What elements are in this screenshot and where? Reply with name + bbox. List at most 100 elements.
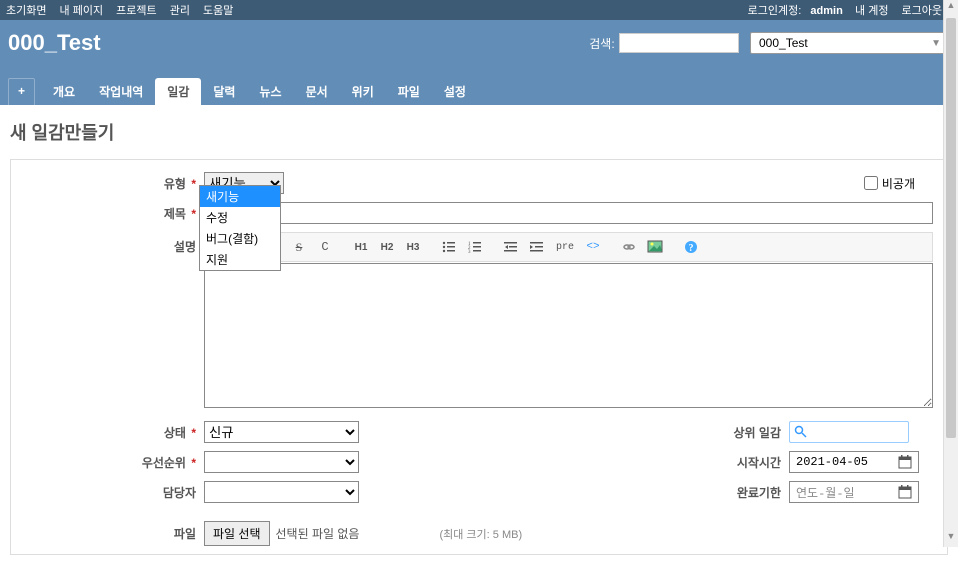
- nav-mypage[interactable]: 내 페이지: [60, 5, 104, 17]
- tb-indent[interactable]: [525, 236, 549, 258]
- two-columns: 상태 * 신규 우선순위 * 담당자 상위 일감: [19, 421, 939, 511]
- input-due-date[interactable]: 연도-월-일: [789, 481, 919, 503]
- tb-strike[interactable]: S: [287, 236, 311, 258]
- row-description: 설명 B I U S C H1 H2 H3 12: [19, 232, 939, 411]
- issue-form: 유형 * 새기능 비공개 제목 * 설명 B I U S C: [10, 159, 948, 555]
- type-option-0[interactable]: 새기능: [200, 186, 280, 207]
- header-search: 검색: 000_Test ▼: [589, 32, 950, 54]
- scroll-down-icon[interactable]: ▼: [944, 531, 958, 547]
- main-tabs: + 개요 작업내역 일감 달력 뉴스 문서 위키 파일 설정: [8, 78, 478, 105]
- checkbox-private[interactable]: [864, 176, 878, 190]
- top-menu-right: 로그인계정: admin 내 계정 로그아웃: [748, 2, 952, 18]
- label-assignee: 담당자: [19, 484, 204, 501]
- nav-home[interactable]: 초기화면: [6, 5, 46, 17]
- row-type: 유형 * 새기능 비공개: [19, 172, 939, 194]
- textarea-description[interactable]: [204, 263, 933, 408]
- label-start: 시작시간: [479, 454, 789, 471]
- editor-toolbar: B I U S C H1 H2 H3 123: [204, 232, 933, 262]
- tab-settings[interactable]: 설정: [432, 78, 478, 105]
- row-subject: 제목 *: [19, 202, 939, 224]
- nav-help[interactable]: 도움말: [203, 5, 233, 17]
- tb-ol[interactable]: 123: [463, 236, 487, 258]
- label-due: 완료기한: [479, 484, 789, 501]
- label-private: 비공개: [882, 175, 915, 192]
- button-choose-file[interactable]: 파일 선택: [204, 521, 270, 546]
- label-status: 상태 *: [19, 424, 204, 441]
- type-dropdown-open[interactable]: 새기능 수정 버그(결함) 지원: [199, 185, 281, 271]
- label-parent: 상위 일감: [479, 424, 789, 441]
- svg-text:?: ?: [689, 243, 694, 254]
- nav-myaccount[interactable]: 내 계정: [855, 5, 888, 17]
- nav-projects[interactable]: 프로젝트: [116, 5, 156, 17]
- label-subject: 제목 *: [19, 205, 204, 222]
- type-option-2[interactable]: 버그(결함): [200, 228, 280, 249]
- calendar-icon: [898, 455, 912, 469]
- row-assignee: 담당자: [19, 481, 479, 503]
- row-status: 상태 * 신규: [19, 421, 479, 443]
- tab-documents[interactable]: 문서: [294, 78, 340, 105]
- header: 000_Test 검색: 000_Test ▼ + 개요 작업내역 일감 달력 …: [0, 20, 958, 105]
- file-none-text: 선택된 파일 없음: [276, 525, 360, 542]
- tb-h2[interactable]: H2: [375, 236, 399, 258]
- search-icon: [794, 425, 808, 439]
- search-label: 검색:: [589, 35, 614, 52]
- label-type: 유형 *: [19, 175, 204, 192]
- select-priority[interactable]: [204, 451, 359, 473]
- start-date-value: 2021-04-05: [796, 455, 868, 469]
- project-selector-value: 000_Test: [759, 36, 808, 50]
- chevron-down-icon: ▼: [931, 38, 941, 49]
- tb-outdent[interactable]: [499, 236, 523, 258]
- label-file: 파일: [19, 525, 204, 542]
- login-user[interactable]: admin: [810, 5, 842, 17]
- vertical-scrollbar[interactable]: ▲ ▼: [943, 0, 958, 547]
- row-start: 시작시간 2021-04-05: [479, 451, 939, 473]
- nav-logout[interactable]: 로그아웃: [902, 5, 942, 17]
- private-wrap: 비공개: [864, 175, 915, 192]
- input-start-date[interactable]: 2021-04-05: [789, 451, 919, 473]
- scroll-up-icon[interactable]: ▲: [944, 0, 958, 16]
- top-menu-left: 초기화면 내 페이지 프로젝트 관리 도움말: [6, 2, 243, 18]
- tb-image[interactable]: [643, 236, 667, 258]
- tb-link[interactable]: [617, 236, 641, 258]
- col-left: 상태 * 신규 우선순위 * 담당자: [19, 421, 479, 511]
- input-parent[interactable]: [789, 421, 909, 443]
- nav-admin[interactable]: 관리: [170, 5, 190, 17]
- row-priority: 우선순위 *: [19, 451, 479, 473]
- due-date-placeholder: 연도-월-일: [796, 484, 855, 501]
- search-input[interactable]: [619, 33, 739, 53]
- tb-code[interactable]: C: [313, 236, 337, 258]
- select-status[interactable]: 신규: [204, 421, 359, 443]
- tab-new[interactable]: +: [8, 78, 35, 105]
- type-option-1[interactable]: 수정: [200, 207, 280, 228]
- editor-wrap: B I U S C H1 H2 H3 123: [204, 232, 933, 411]
- tab-calendar[interactable]: 달력: [201, 78, 247, 105]
- tb-help[interactable]: ?: [679, 236, 703, 258]
- tab-issues[interactable]: 일감: [155, 78, 201, 105]
- label-priority: 우선순위 *: [19, 454, 204, 471]
- calendar-icon: [898, 485, 912, 499]
- login-label: 로그인계정:: [748, 5, 802, 17]
- page-heading: 새 일감만들기: [10, 119, 948, 145]
- tb-ul[interactable]: [437, 236, 461, 258]
- tab-activity[interactable]: 작업내역: [87, 78, 155, 105]
- tb-h3[interactable]: H3: [401, 236, 425, 258]
- file-max-text: (최대 크기: 5 MB): [439, 526, 522, 542]
- label-description: 설명: [19, 232, 204, 255]
- tab-files[interactable]: 파일: [386, 78, 432, 105]
- scroll-thumb[interactable]: [946, 18, 956, 438]
- select-assignee[interactable]: [204, 481, 359, 503]
- tb-pre[interactable]: pre: [551, 236, 579, 258]
- top-menu: 초기화면 내 페이지 프로젝트 관리 도움말 로그인계정: admin 내 계정…: [0, 0, 958, 20]
- tb-codeblock[interactable]: <>: [581, 236, 605, 258]
- content: 새 일감만들기 유형 * 새기능 비공개 제목 * 설명 B I: [0, 105, 958, 569]
- type-option-3[interactable]: 지원: [200, 249, 280, 270]
- svg-text:3: 3: [468, 250, 471, 253]
- tab-overview[interactable]: 개요: [41, 78, 87, 105]
- project-selector[interactable]: 000_Test ▼: [750, 32, 950, 54]
- col-right: 상위 일감 시작시간 2021-04-05 완료기한 연도-월-일: [479, 421, 939, 511]
- tab-news[interactable]: 뉴스: [247, 78, 293, 105]
- input-subject[interactable]: [204, 202, 933, 224]
- tb-h1[interactable]: H1: [349, 236, 373, 258]
- tab-wiki[interactable]: 위키: [340, 78, 386, 105]
- row-parent: 상위 일감: [479, 421, 939, 443]
